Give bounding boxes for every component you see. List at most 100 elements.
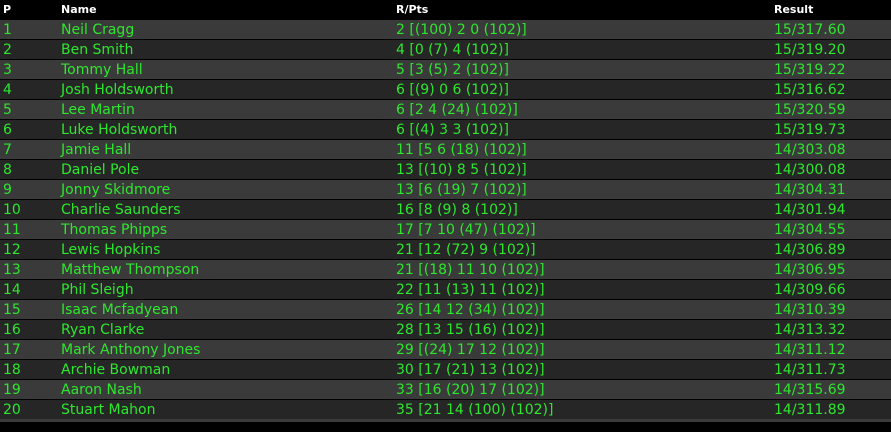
cell-name: Stuart Mahon <box>58 399 393 419</box>
cell-points: 21 [12 (72) 9 (102)] <box>393 239 771 260</box>
header-result: Result <box>771 0 891 20</box>
table-row: 9 Jonny Skidmore 13 [6 (19) 7 (102)] 14/304… <box>0 179 891 200</box>
table-row: 12 Lewis Hopkins 21 [12 (72) 9 (102)] 14/30… <box>0 239 891 260</box>
table-row: 8 Daniel Pole 13 [(10) 8 5 (102)] 14/300.08 <box>0 159 891 180</box>
cell-position: 10 <box>0 199 58 220</box>
cell-result: 14/303.08 <box>771 139 891 160</box>
table-row: 6 Luke Holdsworth 6 [(4) 3 3 (102)] 15/319.… <box>0 119 891 140</box>
cell-result: 15/316.62 <box>771 79 891 100</box>
table-row: 17 Mark Anthony Jones 29 [(24) 17 12 (102)… <box>0 339 891 360</box>
cell-points: 35 [21 14 (100) (102)] <box>393 399 771 419</box>
cell-name: Luke Holdsworth <box>58 119 393 140</box>
cell-points: 16 [8 (9) 8 (102)] <box>393 199 771 220</box>
cell-position: 12 <box>0 239 58 260</box>
cell-name: Phil Sleigh <box>58 279 393 300</box>
cell-position: 16 <box>0 319 58 340</box>
cell-points: 6 [(9) 0 6 (102)] <box>393 79 771 100</box>
table-body: 1 Neil Cragg 2 [(100) 2 0 (102)] 15/317.60 2… <box>0 19 891 419</box>
cell-result: 14/306.89 <box>771 239 891 260</box>
cell-position: 15 <box>0 299 58 320</box>
table-row: 10 Charlie Saunders 16 [8 (9) 8 (102)] 14/3… <box>0 199 891 220</box>
cell-points: 26 [14 12 (34) (102)] <box>393 299 771 320</box>
cell-position: 8 <box>0 159 58 180</box>
table-row: 15 Isaac Mcfadyean 26 [14 12 (34) (102)] 14… <box>0 299 891 320</box>
cell-points: 6 [(4) 3 3 (102)] <box>393 119 771 140</box>
cell-result: 14/311.73 <box>771 359 891 380</box>
cell-result: 14/309.66 <box>771 279 891 300</box>
cell-position: 13 <box>0 259 58 280</box>
cell-result: 14/304.31 <box>771 179 891 200</box>
cell-position: 20 <box>0 399 58 419</box>
cell-points: 4 [0 (7) 4 (102)] <box>393 39 771 60</box>
cell-result: 15/319.22 <box>771 59 891 80</box>
cell-position: 14 <box>0 279 58 300</box>
table-row: 2 Ben Smith 4 [0 (7) 4 (102)] 15/319.20 <box>0 39 891 60</box>
cell-result: 14/304.55 <box>771 219 891 240</box>
table-bottom-bar <box>0 419 891 422</box>
cell-points: 2 [(100) 2 0 (102)] <box>393 19 771 40</box>
cell-result: 14/315.69 <box>771 379 891 400</box>
cell-result: 15/319.20 <box>771 39 891 60</box>
cell-result: 14/311.89 <box>771 399 891 419</box>
cell-name: Matthew Thompson <box>58 259 393 280</box>
cell-name: Daniel Pole <box>58 159 393 180</box>
table-row: 4 Josh Holdsworth 6 [(9) 0 6 (102)] 15/316.… <box>0 79 891 100</box>
cell-name: Tommy Hall <box>58 59 393 80</box>
cell-name: Josh Holdsworth <box>58 79 393 100</box>
table-row: 3 Tommy Hall 5 [3 (5) 2 (102)] 15/319.22 <box>0 59 891 80</box>
header-name: Name <box>58 0 393 20</box>
cell-name: Thomas Phipps <box>58 219 393 240</box>
table-row: 14 Phil Sleigh 22 [11 (13) 11 (102)] 14/309… <box>0 279 891 300</box>
cell-points: 28 [13 15 (16) (102)] <box>393 319 771 340</box>
cell-points: 13 [(10) 8 5 (102)] <box>393 159 771 180</box>
table-row: 7 Jamie Hall 11 [5 6 (18) (102)] 14/303.08 <box>0 139 891 160</box>
cell-points: 6 [2 4 (24) (102)] <box>393 99 771 120</box>
table-row: 18 Archie Bowman 30 [17 (21) 13 (102)] 14/3… <box>0 359 891 380</box>
cell-points: 17 [7 10 (47) (102)] <box>393 219 771 240</box>
table-row: 13 Matthew Thompson 21 [(18) 11 10 (102)] 1… <box>0 259 891 280</box>
cell-name: Lewis Hopkins <box>58 239 393 260</box>
cell-position: 1 <box>0 19 58 40</box>
cell-name: Mark Anthony Jones <box>58 339 393 360</box>
cell-points: 22 [11 (13) 11 (102)] <box>393 279 771 300</box>
cell-name: Aaron Nash <box>58 379 393 400</box>
table-row: 16 Ryan Clarke 28 [13 15 (16) (102)] 14/313… <box>0 319 891 340</box>
table-row: 11 Thomas Phipps 17 [7 10 (47) (102)] 14/30… <box>0 219 891 240</box>
cell-position: 11 <box>0 219 58 240</box>
cell-name: Jonny Skidmore <box>58 179 393 200</box>
cell-points: 13 [6 (19) 7 (102)] <box>393 179 771 200</box>
cell-points: 21 [(18) 11 10 (102)] <box>393 259 771 280</box>
cell-position: 18 <box>0 359 58 380</box>
cell-result: 14/301.94 <box>771 199 891 220</box>
header-points: R/Pts <box>393 0 771 20</box>
table-header-row: P Name R/Pts Result <box>0 0 891 20</box>
cell-name: Archie Bowman <box>58 359 393 380</box>
cell-name: Isaac Mcfadyean <box>58 299 393 320</box>
cell-result: 14/311.12 <box>771 339 891 360</box>
cell-result: 14/310.39 <box>771 299 891 320</box>
cell-position: 5 <box>0 99 58 120</box>
header-position: P <box>0 0 58 20</box>
cell-position: 17 <box>0 339 58 360</box>
cell-result: 14/300.08 <box>771 159 891 180</box>
cell-result: 15/317.60 <box>771 19 891 40</box>
cell-position: 9 <box>0 179 58 200</box>
cell-position: 6 <box>0 119 58 140</box>
cell-points: 33 [16 (20) 17 (102)] <box>393 379 771 400</box>
table-row: 1 Neil Cragg 2 [(100) 2 0 (102)] 15/317.60 <box>0 19 891 40</box>
cell-name: Lee Martin <box>58 99 393 120</box>
cell-points: 30 [17 (21) 13 (102)] <box>393 359 771 380</box>
cell-name: Ryan Clarke <box>58 319 393 340</box>
cell-points: 5 [3 (5) 2 (102)] <box>393 59 771 80</box>
results-table: P Name R/Pts Result 1 Neil Cragg 2 [(100) … <box>0 0 891 419</box>
table-row: 20 Stuart Mahon 35 [21 14 (100) (102)] 14/3… <box>0 399 891 419</box>
cell-name: Ben Smith <box>58 39 393 60</box>
cell-position: 7 <box>0 139 58 160</box>
cell-name: Neil Cragg <box>58 19 393 40</box>
table-row: 19 Aaron Nash 33 [16 (20) 17 (102)] 14/315.… <box>0 379 891 400</box>
cell-position: 3 <box>0 59 58 80</box>
cell-position: 19 <box>0 379 58 400</box>
cell-points: 11 [5 6 (18) (102)] <box>393 139 771 160</box>
cell-result: 15/320.59 <box>771 99 891 120</box>
cell-name: Charlie Saunders <box>58 199 393 220</box>
